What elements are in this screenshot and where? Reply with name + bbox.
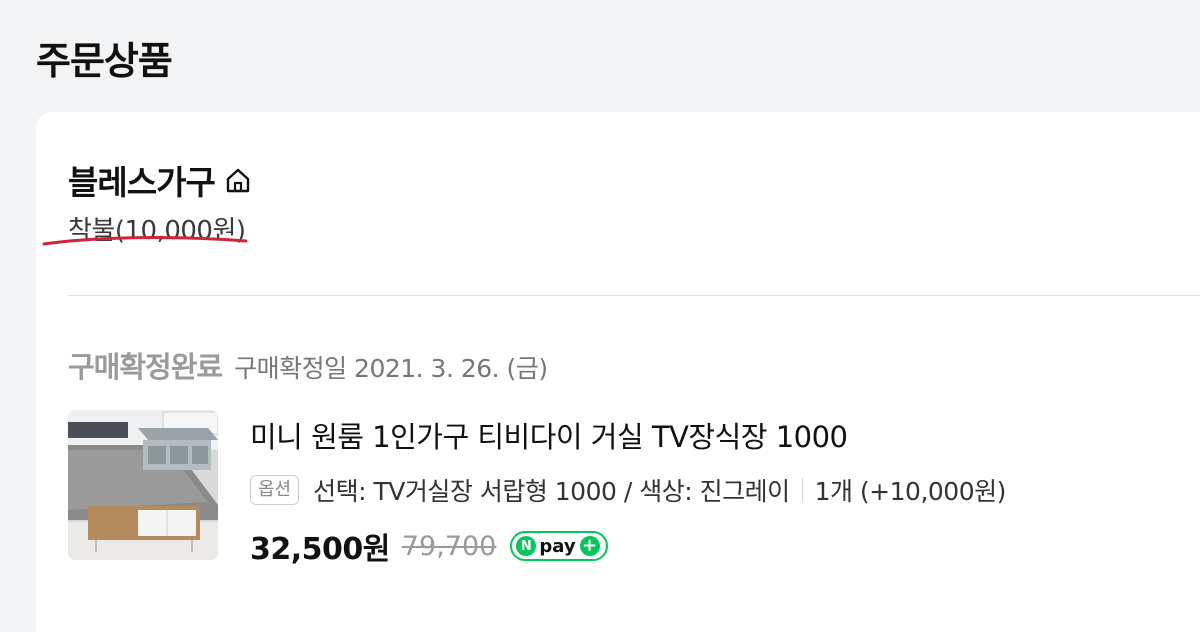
product-option-row: 옵션 선택: TV거실장 서랍형 1000 / 색상: 진그레이 1개 (+10… — [250, 472, 1006, 508]
page-title: 주문상품 — [36, 39, 173, 83]
npay-plus-badge: N pay + — [510, 531, 608, 561]
option-quantity: 1개 (+10,000원) — [814, 477, 1007, 506]
sale-price: 32,500원 — [250, 532, 390, 567]
confirm-date: 구매확정일 2021. 3. 26. (금) — [234, 354, 548, 383]
price-row: 32,500원 79,700 N pay + — [250, 524, 608, 568]
order-status-row: 구매확정완료 구매확정일 2021. 3. 26. (금) — [68, 344, 548, 386]
original-price: 79,700 — [401, 530, 497, 562]
npay-label: pay — [539, 535, 576, 557]
store-header: 블레스가구 — [68, 156, 253, 204]
store-name[interactable]: 블레스가구 — [68, 156, 216, 204]
option-separator — [801, 478, 803, 502]
handwritten-underline — [42, 236, 248, 246]
divider — [68, 295, 1200, 296]
plus-icon: + — [579, 536, 600, 556]
npay-n-icon: N — [516, 536, 537, 556]
product-title[interactable]: 미니 원룸 1인가구 티비다이 거실 TV장식장 1000 — [250, 414, 848, 456]
product-thumbnail[interactable] — [68, 410, 218, 560]
order-card: 블레스가구 착불(10,000원) 구매확정완료 구매확정일 2021. 3. … — [36, 112, 1200, 632]
order-status: 구매확정완료 — [68, 350, 223, 384]
home-icon[interactable] — [223, 165, 253, 195]
option-badge: 옵션 — [250, 475, 300, 505]
option-text: 선택: TV거실장 서랍형 1000 / 색상: 진그레이 — [313, 477, 790, 506]
